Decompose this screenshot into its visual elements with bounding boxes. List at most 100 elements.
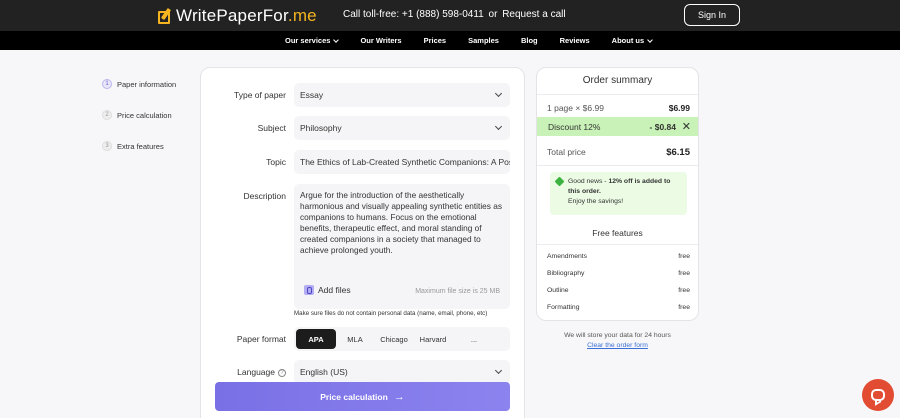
logo-pen-icon <box>158 7 172 24</box>
nav-our-writers[interactable]: Our Writers <box>360 36 401 45</box>
info-icon[interactable]: ? <box>278 368 286 377</box>
chevron-down-icon <box>333 36 340 43</box>
chat-icon <box>871 389 885 401</box>
chevron-down-icon <box>494 89 503 98</box>
format-mla[interactable]: MLA <box>336 329 374 349</box>
step-label: Price calculation <box>117 110 172 120</box>
paper-format-selector: APA MLA Chicago Harvard ... <box>294 327 510 351</box>
topic-value: The Ethics of Lab-Created Synthetic Comp… <box>300 157 510 167</box>
price-calculation-label: Price calculation <box>320 391 388 402</box>
clear-order-link[interactable]: Clear the order form <box>536 341 699 351</box>
divider <box>537 244 698 245</box>
good-news-banner: Good news - 12% off is added to this ord… <box>550 172 687 215</box>
max-file-size-note: Maximum file size is 25 MB <box>415 288 500 295</box>
discount-label: Discount 12% <box>548 121 601 132</box>
step-extra-features[interactable]: 3 Extra features <box>102 141 176 151</box>
nav-our-services[interactable]: Our services <box>285 36 340 45</box>
files-privacy-note: Make sure files do not contain personal … <box>294 310 488 317</box>
feature-row: Amendments free <box>547 253 690 260</box>
free-features-title: Free features <box>592 228 643 238</box>
type-of-paper-label: Type of paper <box>234 90 286 100</box>
price-line-label: 1 page × $6.99 <box>547 103 604 113</box>
clip-icon <box>304 285 314 295</box>
feature-value: free <box>678 253 690 260</box>
feature-name: Amendments <box>547 253 588 260</box>
paper-format-label: Paper format <box>236 334 286 344</box>
add-files-button[interactable]: Add files <box>304 285 351 295</box>
language-value: English (US) <box>300 367 348 377</box>
subject-select[interactable]: Philosophy <box>294 116 510 140</box>
feature-value: free <box>678 270 690 277</box>
topic-input[interactable]: The Ethics of Lab-Created Synthetic Comp… <box>294 150 510 174</box>
nav-reviews[interactable]: Reviews <box>560 36 590 45</box>
format-chicago[interactable]: Chicago <box>374 329 414 349</box>
discount-row: Discount 12% - $0.84 ✕ <box>537 117 698 136</box>
top-header: WritePaperFor.me Call toll-free: +1 (888… <box>0 0 900 31</box>
logo-text: WritePaperFor.me <box>176 6 317 25</box>
nav-prices[interactable]: Prices <box>424 36 447 45</box>
feature-row: Formatting free <box>547 304 690 311</box>
order-steps: 1 Paper information 2 Price calculation … <box>102 79 176 172</box>
divider <box>537 94 698 95</box>
chat-button[interactable] <box>862 379 894 411</box>
feature-name: Formatting <box>547 304 580 311</box>
step-price-calculation[interactable]: 2 Price calculation <box>102 110 176 120</box>
step-number: 1 <box>102 79 112 89</box>
subject-value: Philosophy <box>300 123 342 133</box>
price-calculation-button[interactable]: Price calculation → <box>215 382 510 411</box>
topic-label: Topic <box>266 157 286 167</box>
request-call-link[interactable]: Request a call <box>502 9 565 20</box>
chevron-down-icon <box>494 122 503 131</box>
nav-about-us[interactable]: About us <box>612 36 654 45</box>
site-logo[interactable]: WritePaperFor.me <box>158 6 317 26</box>
arrow-right-icon: → <box>393 390 405 403</box>
store-note-text: We will store your data for 24 hours <box>564 332 671 339</box>
chevron-down-icon <box>647 36 654 43</box>
feature-row: Outline free <box>547 287 690 294</box>
order-summary-title: Order summary <box>582 75 653 86</box>
step-number: 2 <box>102 110 112 120</box>
divider <box>537 165 698 166</box>
discount-amount: - $0.84 <box>649 121 676 132</box>
order-summary-card: Order summary 1 page × $6.99 $6.99 Disco… <box>536 67 699 321</box>
feature-value: free <box>678 287 690 294</box>
step-label: Paper information <box>117 79 177 89</box>
call-phone[interactable]: Call toll-free: +1 (888) 598-0411 <box>343 9 484 20</box>
add-files-label: Add files <box>318 285 351 295</box>
subject-label: Subject <box>257 123 286 133</box>
total-row: Total price $6.15 <box>547 147 690 158</box>
sign-in-button[interactable]: Sign In <box>684 4 740 26</box>
format-harvard[interactable]: Harvard <box>414 329 452 349</box>
language-select[interactable]: English (US) <box>294 360 510 384</box>
language-label: Language <box>237 367 275 377</box>
price-line-amount: $6.99 <box>668 103 690 113</box>
total-label: Total price <box>547 147 586 157</box>
format-more[interactable]: ... <box>452 329 496 349</box>
main-nav: Our services Our Writers Prices Samples … <box>0 31 900 50</box>
good-news-prefix: Good news - <box>568 178 609 185</box>
language-label-row: Language? <box>200 367 286 377</box>
nav-blog[interactable]: Blog <box>521 36 538 45</box>
description-textarea[interactable]: Argue for the introduction of the aesthe… <box>294 184 510 309</box>
price-line: 1 page × $6.99 $6.99 <box>547 103 690 113</box>
step-paper-information[interactable]: 1 Paper information <box>102 79 176 89</box>
nav-samples[interactable]: Samples <box>468 36 499 45</box>
format-apa[interactable]: APA <box>296 329 336 349</box>
total-amount: $6.15 <box>666 147 690 158</box>
feature-name: Bibliography <box>547 270 585 277</box>
step-number: 3 <box>102 141 112 151</box>
tag-icon <box>554 176 565 187</box>
call-or: or <box>488 9 498 20</box>
type-of-paper-select[interactable]: Essay <box>294 83 510 107</box>
feature-name: Outline <box>547 287 569 294</box>
close-icon[interactable]: ✕ <box>682 120 691 133</box>
description-value: Argue for the introduction of the aesthe… <box>300 190 503 255</box>
good-news-suffix: Enjoy the savings! <box>568 197 624 205</box>
call-info: Call toll-free: +1 (888) 598-0411 or Req… <box>343 9 568 20</box>
step-label: Extra features <box>117 141 164 151</box>
chevron-down-icon <box>494 366 503 375</box>
data-storage-note: We will store your data for 24 hours Cle… <box>536 331 699 351</box>
type-of-paper-value: Essay <box>300 90 324 100</box>
feature-row: Bibliography free <box>547 270 690 277</box>
feature-value: free <box>678 304 690 311</box>
